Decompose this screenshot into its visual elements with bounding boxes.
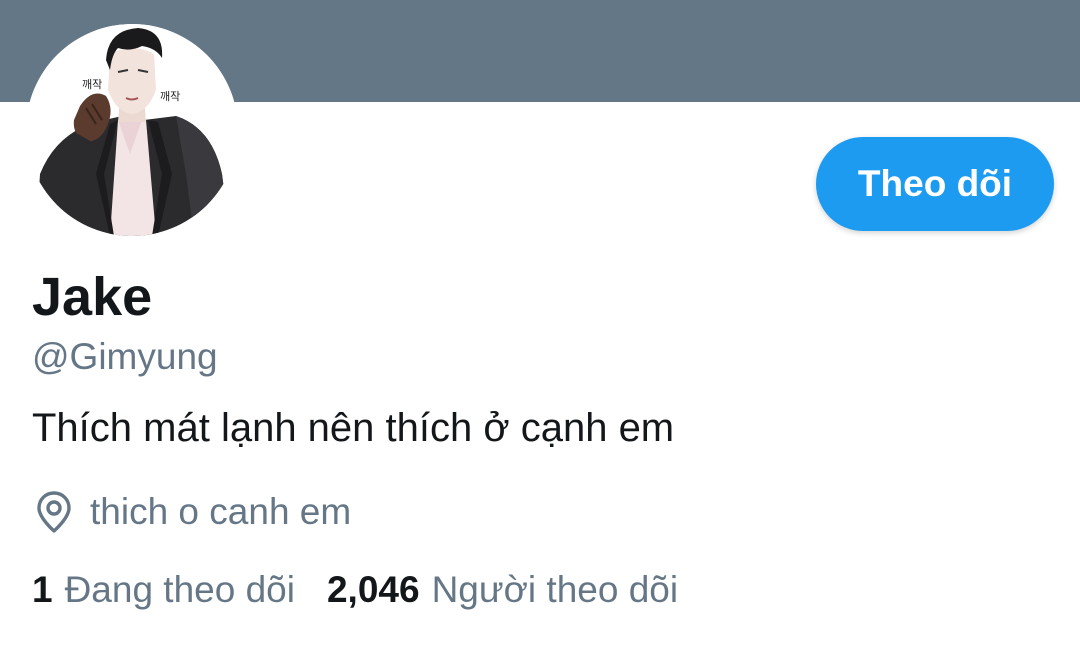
following-label: Đang theo dõi — [64, 569, 295, 610]
display-name: Jake — [32, 267, 153, 327]
profile-page: 깨작 깨작 Theo dõi Jake @Gimyung Thích mát l… — [0, 0, 1080, 651]
location-pin-icon — [34, 490, 74, 534]
following-stat[interactable]: 1 Đang theo dõi — [32, 566, 295, 614]
follow-button[interactable]: Theo dõi — [816, 137, 1054, 231]
stats-row: 1 Đang theo dõi 2,046 Người theo dõi — [32, 566, 678, 614]
followers-label: Người theo dõi — [431, 569, 679, 610]
avatar-illustration: 깨작 깨작 — [26, 24, 238, 236]
location-row: thich o canh em — [34, 489, 351, 535]
avatar-sfx-left: 깨작 — [82, 78, 102, 91]
location-text: thich o canh em — [90, 491, 352, 532]
profile-bio: Thích mát lạnh nên thích ở cạnh em — [32, 406, 675, 450]
followers-count: 2,046 — [326, 569, 420, 610]
followers-stat[interactable]: 2,046 Người theo dõi — [327, 566, 678, 614]
user-handle: @Gimyung — [32, 336, 218, 377]
following-count: 1 — [32, 569, 53, 610]
avatar-sfx-right: 깨작 — [160, 90, 180, 103]
avatar[interactable]: 깨작 깨작 — [26, 24, 238, 236]
